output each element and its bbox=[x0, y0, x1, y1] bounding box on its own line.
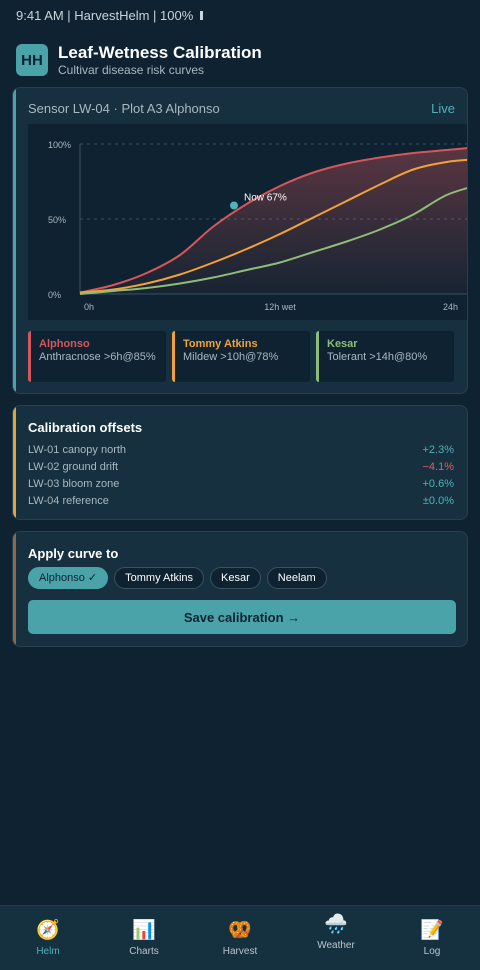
card-accent bbox=[13, 532, 16, 646]
nav-item-charts[interactable]: 📊 Charts bbox=[96, 906, 192, 970]
offset-label: LW-04 reference bbox=[28, 495, 109, 507]
cultivar-chip[interactable]: Neelam bbox=[266, 567, 327, 589]
y-tick-label: 50% bbox=[48, 215, 66, 225]
page-title: Leaf-Wetness Calibration bbox=[58, 43, 262, 62]
apply-card: Apply curve to Alphonso ✓ Tommy Atkins Kes… bbox=[12, 531, 468, 647]
legend-desc: Tolerant >14h@80% bbox=[327, 351, 428, 363]
sensor-card: Sensor LW-04 · Plot A3 Alphonso Live 100… bbox=[12, 87, 468, 394]
nav-item-harvest[interactable]: 🥨 Harvest bbox=[192, 906, 288, 970]
pretzel-icon: 🥨 bbox=[228, 920, 252, 941]
offset-row: LW-01 canopy north +2.3% bbox=[28, 442, 454, 459]
bottom-nav: 🧭 Helm 📊 Charts 🥨 Harvest 🌧️ Weather 📝 Log bbox=[0, 905, 480, 970]
rain-cloud-icon: 🌧️ bbox=[324, 914, 348, 935]
legend-desc: Anthracnose >6h@85% bbox=[39, 351, 156, 363]
memo-icon: 📝 bbox=[420, 920, 444, 941]
offset-label: LW-03 bloom zone bbox=[28, 478, 120, 490]
legend-item: Tommy Atkins Mildew >10h@78% bbox=[172, 331, 310, 382]
legend: Alphonso Anthracnose >6h@85% Tommy Atkins M… bbox=[28, 331, 454, 382]
x-tick-label: 24h bbox=[443, 302, 458, 312]
risk-area bbox=[80, 148, 467, 294]
status-text: 9:41 AM | HarvestHelm | 100% bbox=[16, 8, 194, 23]
legend-item: Kesar Tolerant >14h@80% bbox=[316, 331, 454, 382]
y-tick-label: 100% bbox=[48, 140, 71, 150]
nav-label: Helm bbox=[36, 946, 60, 957]
nav-item-weather[interactable]: 🌧️ Weather bbox=[288, 906, 384, 970]
offset-row: LW-04 reference ±0.0% bbox=[28, 493, 454, 510]
nav-item-helm[interactable]: 🧭 Helm bbox=[0, 906, 96, 970]
legend-name: Tommy Atkins bbox=[183, 338, 258, 350]
risk-chart: 100% 50% 0% 0h 12h wet 24h Now 67% bbox=[28, 124, 467, 320]
nav-label: Weather bbox=[317, 940, 355, 951]
cultivar-chip[interactable]: Alphonso ✓ bbox=[28, 567, 109, 589]
x-tick-label: 0h bbox=[84, 302, 94, 312]
legend-desc: Mildew >10h@78% bbox=[183, 351, 279, 363]
nav-label: Charts bbox=[129, 946, 159, 957]
offset-label: LW-01 canopy north bbox=[28, 444, 127, 456]
card-accent bbox=[13, 406, 16, 519]
status-bar: 9:41 AM | HarvestHelm | 100% bbox=[16, 8, 204, 23]
y-tick-label: 0% bbox=[48, 290, 61, 300]
nav-label: Harvest bbox=[222, 946, 258, 957]
now-marker bbox=[230, 201, 238, 210]
offset-value: ±0.0% bbox=[422, 495, 454, 507]
card-accent bbox=[13, 88, 16, 393]
app-logo: HH bbox=[16, 44, 48, 76]
risk-chart-svg: 100% 50% 0% 0h 12h wet 24h Now 67% bbox=[48, 140, 467, 312]
sensor-name: Sensor LW-04 · Plot A3 Alphonso bbox=[28, 101, 220, 116]
x-tick-label: 12h wet bbox=[264, 302, 296, 312]
page-subtitle: Cultivar disease risk curves bbox=[58, 63, 205, 77]
legend-name: Kesar bbox=[327, 338, 358, 350]
cultivar-chips: Alphonso ✓ Tommy Atkins Kesar Neelam bbox=[28, 567, 327, 589]
offset-value: +0.6% bbox=[422, 478, 455, 490]
bar-chart-icon: 📊 bbox=[132, 920, 156, 941]
cultivar-chip[interactable]: Tommy Atkins bbox=[114, 567, 205, 589]
app-header: HH Leaf-Wetness Calibration Cultivar dis… bbox=[16, 43, 262, 77]
live-badge[interactable]: Live bbox=[431, 101, 455, 116]
save-calibration-button[interactable]: Save calibration → bbox=[28, 600, 456, 634]
offset-row: LW-02 ground drift −4.1% bbox=[28, 459, 454, 476]
nav-label: Log bbox=[423, 946, 441, 957]
nav-item-log[interactable]: 📝 Log bbox=[384, 906, 480, 970]
offset-list: LW-01 canopy north +2.3% LW-02 ground drif… bbox=[28, 442, 454, 510]
cultivar-chip[interactable]: Kesar bbox=[210, 567, 261, 589]
offset-value: +2.3% bbox=[422, 444, 455, 456]
offsets-card: Calibration offsets LW-01 canopy north +2… bbox=[12, 405, 468, 520]
legend-name: Alphonso bbox=[39, 338, 90, 350]
now-marker-label: Now 67% bbox=[244, 193, 287, 204]
battery-icon bbox=[200, 11, 204, 20]
offset-value: −4.1% bbox=[422, 461, 455, 473]
offset-label: LW-02 ground drift bbox=[28, 461, 119, 473]
legend-item: Alphonso Anthracnose >6h@85% bbox=[28, 331, 166, 382]
offset-row: LW-03 bloom zone +0.6% bbox=[28, 476, 454, 493]
apply-title: Apply curve to bbox=[28, 546, 119, 561]
offsets-title: Calibration offsets bbox=[28, 420, 143, 435]
compass-icon: 🧭 bbox=[36, 920, 60, 941]
